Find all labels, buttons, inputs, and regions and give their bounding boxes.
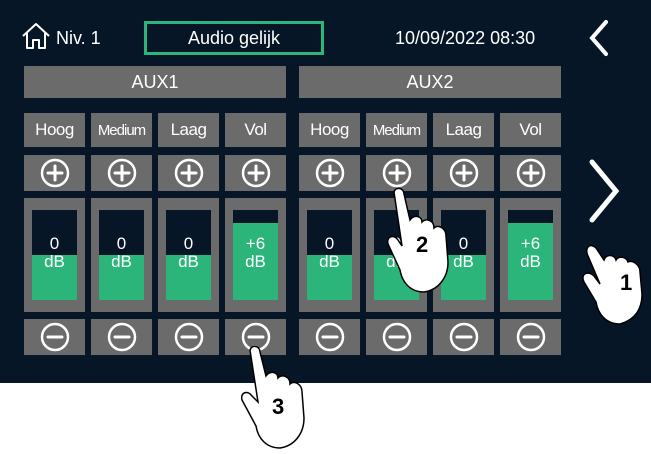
level-meter-box: +6 dB	[500, 198, 561, 312]
aux-group-1: AUX1 Hoog 0 dB Medium 0 dB Laag 0 dB Vol +6 dB	[24, 66, 286, 362]
eq-column-hoog: Hoog 0 dB	[299, 113, 360, 362]
level-unit: dB	[178, 252, 199, 271]
level-value: 0	[324, 234, 335, 253]
level-meter: +6 dB	[508, 210, 553, 300]
minus-circle-icon	[40, 322, 69, 352]
level-unit: dB	[111, 252, 132, 271]
increase-button[interactable]	[299, 155, 360, 191]
group-title: AUX2	[299, 66, 561, 98]
level-meter-box: 0dB	[24, 198, 85, 312]
plus-circle-icon	[107, 158, 136, 188]
level-meter: 0dB	[307, 210, 352, 300]
minus-circle-icon	[174, 322, 203, 352]
callout-1: 1	[620, 270, 633, 295]
pointing-hand-icon	[582, 244, 643, 325]
home-icon[interactable]	[20, 20, 52, 52]
level-meter: 0dB	[32, 210, 77, 300]
chevron-right-icon[interactable]	[586, 158, 622, 224]
level-unit: dB	[44, 252, 65, 271]
level-meter-box: 0dB	[299, 198, 360, 312]
level-label: Niv. 1	[56, 28, 101, 48]
plus-circle-icon	[449, 158, 478, 188]
level-meter-box: 0dB	[158, 198, 219, 312]
level-value: 0	[49, 234, 60, 253]
minus-circle-icon	[449, 322, 478, 352]
decrease-button[interactable]	[433, 319, 494, 355]
plus-circle-icon	[382, 158, 411, 188]
decrease-button[interactable]	[158, 319, 219, 355]
minus-circle-icon	[516, 322, 545, 352]
eq-band-label: Vol	[500, 113, 561, 147]
increase-button[interactable]	[91, 155, 152, 191]
eq-column-hoog: Hoog 0 dB	[24, 113, 85, 362]
eq-band-label: Hoog	[299, 113, 360, 147]
eq-band-label: Medium	[91, 113, 152, 147]
level-value: 0	[116, 234, 127, 253]
level-unit: dB	[245, 252, 266, 271]
decrease-button[interactable]	[24, 319, 85, 355]
increase-button[interactable]	[225, 155, 286, 191]
plus-circle-icon	[40, 158, 69, 188]
eq-band-label: Vol	[225, 113, 286, 147]
top-bar: Niv. 1 Audio gelijk 10/09/2022 08:30	[0, 0, 651, 58]
audio-equalizer-screen: Niv. 1 Audio gelijk 10/09/2022 08:30 AUX…	[0, 0, 651, 383]
increase-button[interactable]	[24, 155, 85, 191]
eq-column-medium: Medium 0dB	[91, 113, 152, 362]
minus-circle-icon	[107, 322, 136, 352]
plus-circle-icon	[516, 158, 545, 188]
plus-circle-icon	[241, 158, 270, 188]
datetime: 10/09/2022 08:30	[395, 28, 536, 48]
level-unit: dB	[319, 252, 340, 271]
decrease-button[interactable]	[500, 319, 561, 355]
callout-3: 3	[272, 394, 285, 419]
level-value: 0	[183, 234, 194, 253]
eq-column-laag: Laag 0 dB	[158, 113, 219, 362]
eq-column-vol: Vol +6 dB	[225, 113, 286, 362]
minus-circle-icon	[382, 322, 411, 352]
eq-band-label: Laag	[158, 113, 219, 147]
eq-band-label: Hoog	[24, 113, 85, 147]
level-meter-box: +6 dB	[225, 198, 286, 312]
level-meter-box: 0dB	[91, 198, 152, 312]
decrease-button[interactable]	[366, 319, 427, 355]
level-value: +6	[245, 234, 266, 253]
chevron-left-icon[interactable]	[584, 18, 614, 58]
increase-button[interactable]	[500, 155, 561, 191]
level-meter: 0dB	[166, 210, 211, 300]
level-value: +6	[520, 234, 541, 253]
mode-title: Audio gelijk	[144, 21, 324, 55]
increase-button[interactable]	[158, 155, 219, 191]
eq-band-label: Laag	[433, 113, 494, 147]
level-unit: dB	[520, 252, 541, 271]
plus-circle-icon	[315, 158, 344, 188]
decrease-button[interactable]	[91, 319, 152, 355]
level-meter: +6 dB	[233, 210, 278, 300]
level-meter: 0dB	[99, 210, 144, 300]
group-title: AUX1	[24, 66, 286, 98]
minus-circle-icon	[315, 322, 344, 352]
plus-circle-icon	[174, 158, 203, 188]
callout-2: 2	[416, 232, 429, 257]
eq-column-vol: Vol +6 dB	[500, 113, 561, 362]
eq-band-label: Medium	[366, 113, 427, 147]
